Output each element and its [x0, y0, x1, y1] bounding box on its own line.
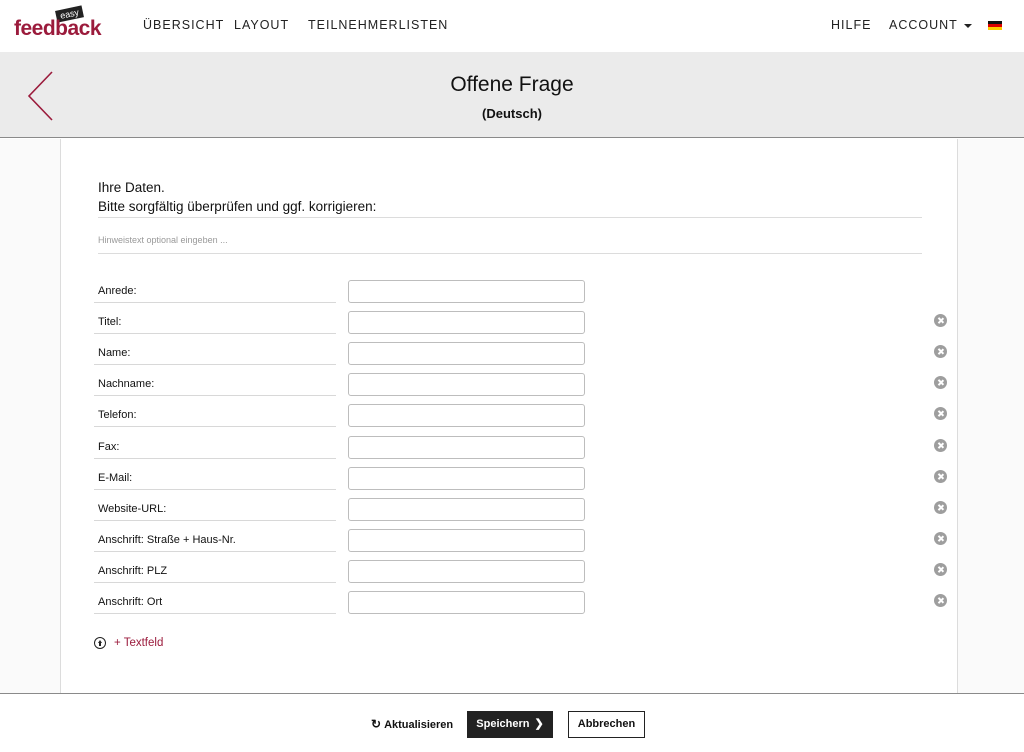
field-label: Anschrift: PLZ — [94, 560, 336, 583]
remove-field-icon[interactable] — [934, 470, 947, 483]
refresh-icon: ↻ — [371, 717, 382, 731]
nav-layout[interactable]: LAYOUT — [234, 18, 289, 32]
field-input[interactable] — [348, 498, 585, 521]
save-label: Speichern — [476, 718, 530, 730]
remove-field-icon[interactable] — [934, 563, 947, 576]
remove-field-icon[interactable] — [934, 439, 947, 452]
add-textfield-link[interactable]: + Textfeld — [114, 637, 163, 649]
field-label: Nachname: — [94, 373, 336, 396]
page-header: Offene Frage (Deutsch) — [0, 52, 1024, 138]
chevron-right-icon: ❯ — [534, 718, 544, 730]
field-input[interactable] — [348, 342, 585, 365]
remove-field-icon[interactable] — [934, 345, 947, 358]
field-row: Nachname: — [94, 373, 954, 404]
cancel-button[interactable]: Abbrechen — [568, 711, 645, 738]
field-input[interactable] — [348, 560, 585, 583]
hint-text-input[interactable]: Hinweistext optional eingeben ... — [98, 230, 922, 254]
remove-field-icon[interactable] — [934, 407, 947, 420]
de-flag-icon[interactable] — [988, 21, 1002, 30]
field-row: Telefon: — [94, 404, 954, 435]
question-line-1: Ihre Daten. — [98, 180, 165, 195]
refresh-button[interactable]: ↻ Aktualisieren — [371, 717, 453, 731]
refresh-label: Aktualisieren — [384, 719, 454, 731]
nav-teilnehmerlisten[interactable]: TEILNEHMERLISTEN — [308, 18, 448, 32]
field-input[interactable] — [348, 280, 585, 303]
caret-down-icon — [963, 23, 972, 28]
remove-field-icon[interactable] — [934, 501, 947, 514]
page-subtitle: (Deutsch) — [482, 106, 542, 121]
page-title: Offene Frage — [450, 73, 574, 96]
top-navigation: easy feedback ÜBERSICHT LAYOUT TEILNEHME… — [0, 0, 1024, 52]
field-label: Telefon: — [94, 404, 336, 427]
field-row: Fax: — [94, 436, 954, 467]
remove-field-icon[interactable] — [934, 594, 947, 607]
field-row: Name: — [94, 342, 954, 373]
field-row: Titel: — [94, 311, 954, 342]
field-row: Anrede: — [94, 280, 954, 311]
field-row: Anschrift: PLZ — [94, 560, 954, 591]
field-row: E-Mail: — [94, 467, 954, 498]
field-label: Name: — [94, 342, 336, 365]
field-row: Website-URL: — [94, 498, 954, 529]
field-label: Anrede: — [94, 280, 336, 303]
action-footer: ↻ Aktualisieren Speichern ❯ Abbrechen — [0, 693, 1024, 752]
logo-wordmark: feedback — [14, 17, 102, 40]
account-label: ACCOUNT — [889, 18, 958, 32]
nav-account-dropdown[interactable]: ACCOUNT — [889, 18, 972, 32]
easyfeedback-logo[interactable]: easy feedback — [14, 5, 104, 42]
field-label: Titel: — [94, 311, 336, 334]
field-label: Anschrift: Straße + Haus-Nr. — [94, 529, 336, 552]
field-input[interactable] — [348, 467, 585, 490]
left-gutter — [0, 139, 60, 693]
field-row: Anschrift: Ort — [94, 591, 954, 622]
field-label: Website-URL: — [94, 498, 336, 521]
right-gutter — [958, 139, 1024, 693]
field-label: Anschrift: Ort — [94, 591, 336, 614]
field-input[interactable] — [348, 404, 585, 427]
field-label: Fax: — [94, 436, 336, 459]
circle-arrow-up-icon[interactable] — [94, 637, 106, 649]
remove-field-icon[interactable] — [934, 532, 947, 545]
field-input[interactable] — [348, 591, 585, 614]
remove-field-icon[interactable] — [934, 376, 947, 389]
field-input[interactable] — [348, 311, 585, 334]
field-input[interactable] — [348, 373, 585, 396]
field-input[interactable] — [348, 529, 585, 552]
nav-hilfe[interactable]: HILFE — [831, 18, 871, 32]
field-input[interactable] — [348, 436, 585, 459]
field-row: Anschrift: Straße + Haus-Nr. — [94, 529, 954, 560]
question-text[interactable]: Ihre Daten. Bitte sorgfältig überprüfen … — [98, 178, 922, 218]
nav-uebersicht[interactable]: ÜBERSICHT — [143, 18, 224, 32]
remove-field-icon[interactable] — [934, 314, 947, 327]
save-button[interactable]: Speichern ❯ — [467, 711, 553, 738]
question-line-2: Bitte sorgfältig überprüfen und ggf. kor… — [98, 199, 377, 214]
field-label: E-Mail: — [94, 467, 336, 490]
